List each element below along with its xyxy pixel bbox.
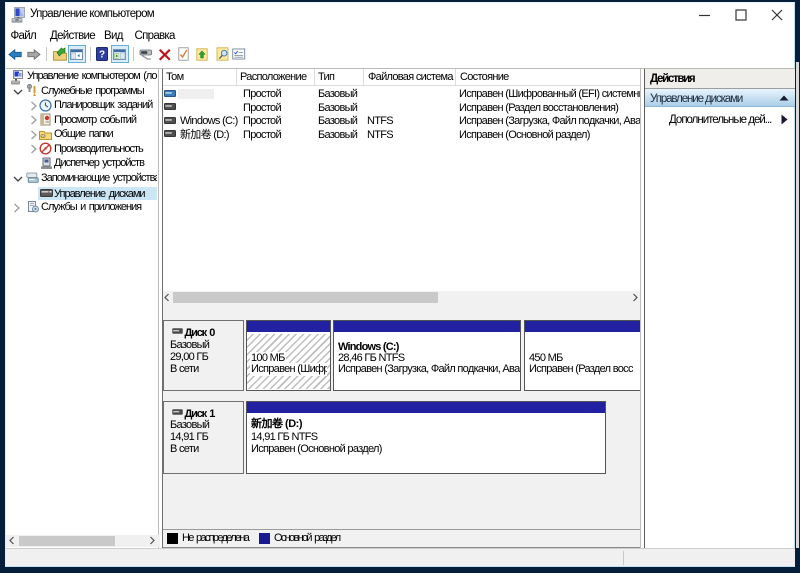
svg-text:22: 22 [41,134,45,138]
svg-text:?: ? [99,50,105,61]
